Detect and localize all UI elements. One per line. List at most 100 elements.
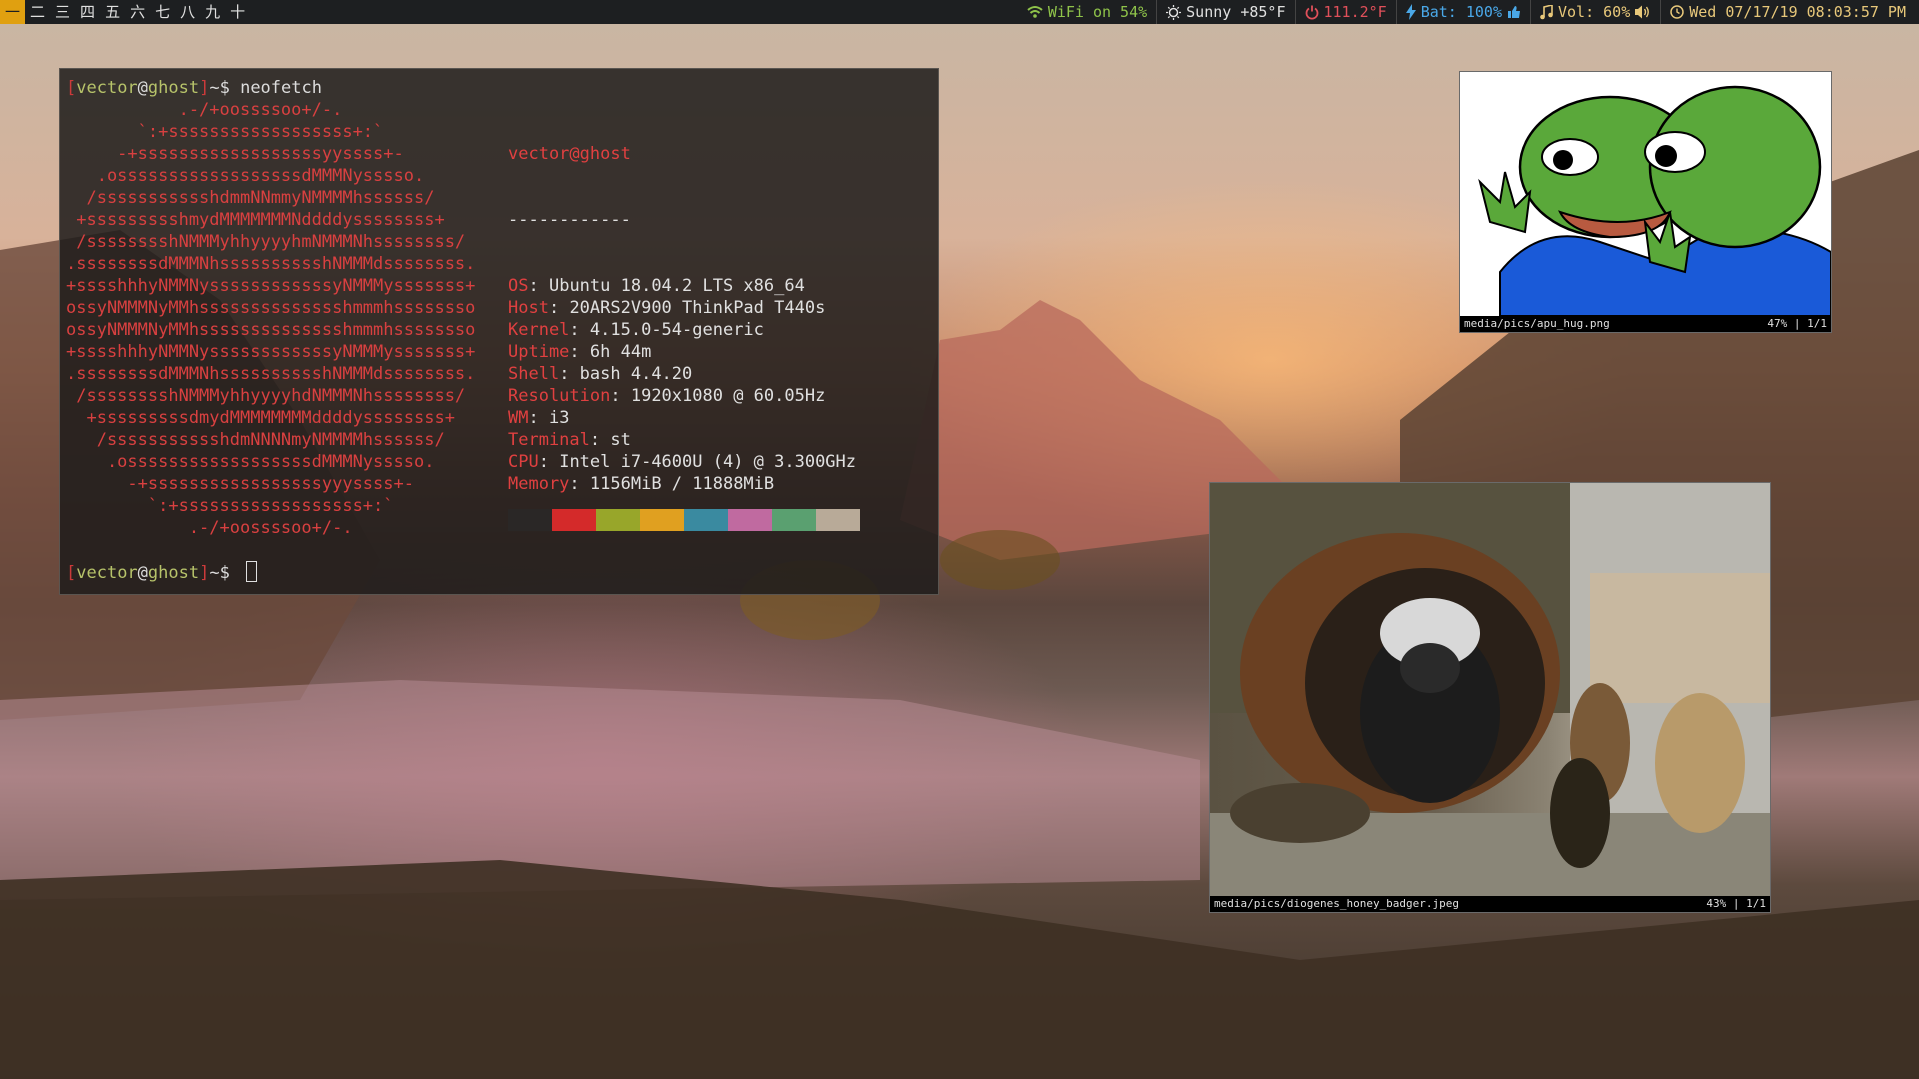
info-key: Terminal bbox=[508, 430, 590, 450]
logo-line: .ossssssssssssssssssdMMMNysssso. bbox=[66, 452, 435, 472]
file-path: media/pics/apu_hug.png bbox=[1464, 317, 1610, 330]
prompt-at: @ bbox=[137, 563, 148, 583]
clock-block[interactable]: Wed 07/17/19 08:03:57 PM bbox=[1660, 0, 1915, 24]
info-value: 20ARS2V900 ThinkPad T440s bbox=[569, 298, 826, 318]
info-colon: : bbox=[559, 364, 580, 384]
battery-block[interactable]: Bat: 100% bbox=[1395, 0, 1530, 24]
clock-icon bbox=[1670, 5, 1684, 19]
neofetch-output: .-/+oossssoo+/-. `:+ssssssssssssssssss+:… bbox=[66, 99, 932, 539]
viewer-statusbar: media/pics/apu_hug.png 47% | 1/1 bbox=[1460, 316, 1831, 332]
apu-hug-image bbox=[1460, 72, 1831, 316]
info-value: Ubuntu 18.04.2 LTS x86_64 bbox=[548, 276, 805, 296]
logo-line: .ossssssssssssssssssdMMMNysssso. bbox=[66, 166, 425, 186]
logo-line: `:+ssssssssssssssssss+:` bbox=[66, 122, 384, 142]
diogenes-painting-image bbox=[1210, 483, 1770, 896]
info-row: Terminal: st bbox=[508, 429, 860, 451]
info-key: Kernel bbox=[508, 320, 570, 340]
logo-line: /sssssssshNMMMyhhyyyyhdNMMMNhssssssss/ bbox=[66, 386, 466, 406]
logo-line: -+ssssssssssssssssssyyssss+- bbox=[66, 144, 404, 164]
image-viewer-apu[interactable]: media/pics/apu_hug.png 47% | 1/1 bbox=[1459, 71, 1832, 333]
wifi-block[interactable]: WiFi on 54% bbox=[1018, 0, 1156, 24]
workspace-9[interactable]: 九 bbox=[200, 0, 225, 24]
color-swatch bbox=[552, 509, 596, 531]
workspace-1[interactable]: 一 bbox=[0, 0, 26, 24]
system-info: vector@ghost ------------ OS: Ubuntu 18.… bbox=[508, 99, 860, 539]
info-row: CPU: Intel i7-4600U (4) @ 3.300GHz bbox=[508, 451, 860, 473]
info-value: st bbox=[610, 430, 631, 450]
info-colon: : bbox=[538, 452, 560, 472]
image-viewer-badger[interactable]: media/pics/diogenes_honey_badger.jpeg 43… bbox=[1209, 482, 1771, 913]
info-colon: : bbox=[589, 430, 611, 450]
wifi-icon bbox=[1027, 6, 1043, 18]
info-key: Resolution bbox=[508, 386, 611, 406]
prompt-user: vector bbox=[76, 78, 138, 98]
info-value: i3 bbox=[548, 408, 570, 428]
color-swatch bbox=[816, 509, 860, 531]
info-colon: : bbox=[569, 320, 590, 340]
info-row: Kernel: 4.15.0-54-generic bbox=[508, 319, 860, 341]
volume-block[interactable]: Vol: 60% bbox=[1530, 0, 1660, 24]
text-cursor bbox=[246, 561, 258, 582]
info-colon: : bbox=[528, 408, 549, 428]
workspace-6[interactable]: 六 bbox=[125, 0, 150, 24]
info-title: vector@ghost bbox=[508, 144, 631, 164]
color-swatch bbox=[772, 509, 816, 531]
sun-icon bbox=[1166, 4, 1182, 20]
status-blocks: WiFi on 54% Sunny +85°F 111.2°F Bat: 100… bbox=[1018, 0, 1919, 24]
workspace-5[interactable]: 五 bbox=[100, 0, 125, 24]
zoom-info: 47% | 1/1 bbox=[1767, 317, 1827, 330]
logo-line: /ssssssssssshdmNNNNmyNMMMMhssssss/ bbox=[66, 430, 445, 450]
info-row: Resolution: 1920x1080 @ 60.05Hz bbox=[508, 385, 860, 407]
datetime-text: Wed 07/17/19 08:03:57 PM bbox=[1689, 3, 1906, 21]
workspace-list: 一 二 三 四 五 六 七 八 九 十 bbox=[0, 0, 250, 24]
prompt-symbol: ~$ bbox=[209, 78, 241, 98]
command-line: [vector@ghost]~$ neofetch bbox=[66, 77, 932, 99]
zoom-info: 43% | 1/1 bbox=[1706, 897, 1766, 910]
painting-illustration bbox=[1210, 483, 1770, 896]
info-key: Memory bbox=[508, 474, 570, 494]
ubuntu-ascii-logo: .-/+oossssoo+/-. `:+ssssssssssssssssss+:… bbox=[66, 99, 508, 539]
temperature-text: 111.2°F bbox=[1323, 3, 1387, 21]
info-value: 6h 44m bbox=[589, 342, 652, 362]
prompt-user: vector bbox=[76, 563, 138, 583]
workspace-8[interactable]: 八 bbox=[175, 0, 200, 24]
color-swatch bbox=[508, 509, 552, 531]
workspace-7[interactable]: 七 bbox=[150, 0, 175, 24]
info-value: 1920x1080 @ 60.05Hz bbox=[630, 386, 826, 406]
logo-line: .-/+oossssoo+/-. bbox=[66, 100, 343, 120]
prompt-bracket-close: ] bbox=[199, 78, 210, 98]
info-colon: : bbox=[569, 342, 590, 362]
logo-line: /ssssssssssshdmmNNmmyNMMMMhssssss/ bbox=[66, 188, 435, 208]
thumbs-up-icon bbox=[1508, 6, 1520, 18]
info-key: OS bbox=[508, 276, 529, 296]
color-swatch bbox=[684, 509, 728, 531]
power-icon bbox=[1305, 5, 1318, 19]
info-value: 1156MiB / 11888MiB bbox=[589, 474, 775, 494]
active-prompt[interactable]: [vector@ghost]~$ bbox=[66, 561, 932, 584]
terminal-window[interactable]: [vector@ghost]~$ neofetch .-/+oossssoo+/… bbox=[59, 68, 939, 595]
info-value: Intel i7-4600U (4) @ 3.300GHz bbox=[559, 452, 857, 472]
info-separator: ------------ bbox=[508, 210, 631, 230]
viewer-statusbar: media/pics/diogenes_honey_badger.jpeg 43… bbox=[1210, 896, 1770, 912]
info-key: Shell bbox=[508, 364, 560, 384]
logo-line: /sssssssshNMMMyhhyyyyhmNMMMNhssssssss/ bbox=[66, 232, 466, 252]
info-row: Host: 20ARS2V900 ThinkPad T440s bbox=[508, 297, 860, 319]
logo-line: +sssshhhyNMMNyssssssssssssyNMMMysssssss+ bbox=[66, 276, 476, 296]
info-value: bash 4.4.20 bbox=[579, 364, 693, 384]
workspace-3[interactable]: 三 bbox=[50, 0, 75, 24]
color-swatch bbox=[728, 509, 772, 531]
color-swatch bbox=[596, 509, 640, 531]
info-value: 4.15.0-54-generic bbox=[589, 320, 764, 340]
prompt-bracket-close: ] bbox=[199, 563, 210, 583]
info-row: WM: i3 bbox=[508, 407, 860, 429]
prompt-at: @ bbox=[137, 78, 148, 98]
workspace-2[interactable]: 二 bbox=[25, 0, 50, 24]
prompt-bracket-open: [ bbox=[66, 563, 77, 583]
wifi-text: WiFi on 54% bbox=[1047, 3, 1148, 21]
temperature-block[interactable]: 111.2°F bbox=[1294, 0, 1396, 24]
workspace-10[interactable]: 十 bbox=[225, 0, 250, 24]
workspace-4[interactable]: 四 bbox=[75, 0, 100, 24]
prompt-host: ghost bbox=[147, 563, 200, 583]
weather-block[interactable]: Sunny +85°F bbox=[1156, 0, 1294, 24]
logo-line: .ssssssssdMMMNhsssssssssshNMMMdssssssss. bbox=[66, 364, 476, 384]
